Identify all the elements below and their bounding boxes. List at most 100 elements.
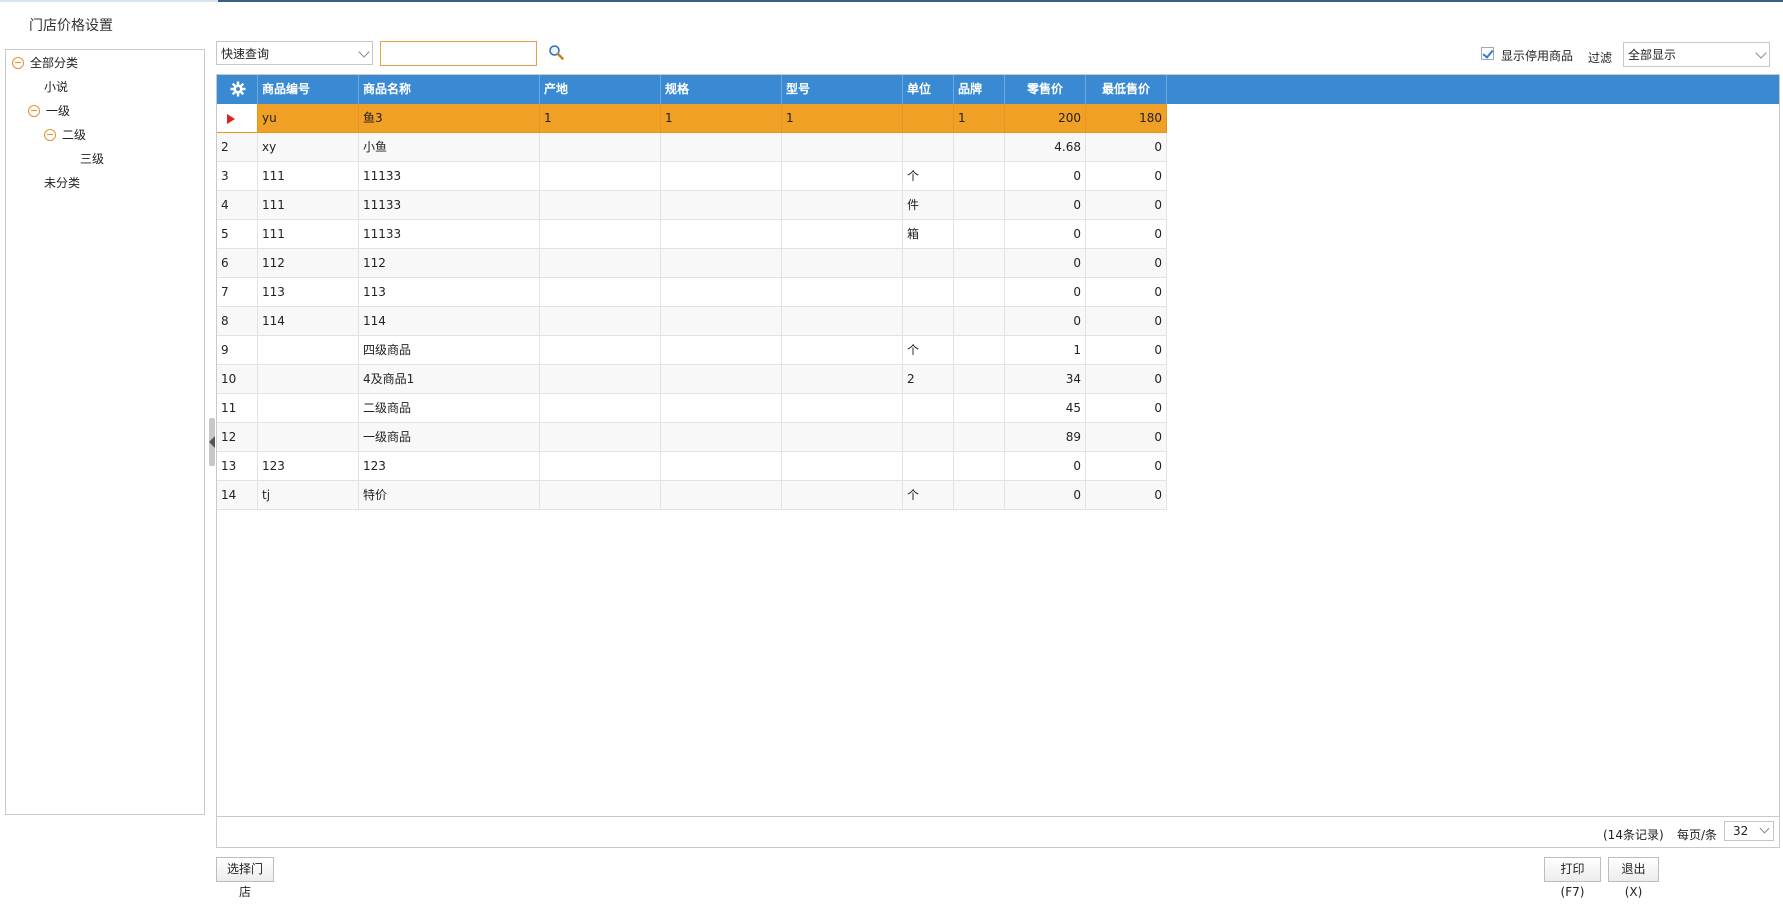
name-cell[interactable]: 112 <box>359 249 540 278</box>
exit-button[interactable]: 退出(X) <box>1608 857 1659 899</box>
brand-cell[interactable] <box>954 133 1005 162</box>
print-button[interactable]: 打印(F7) <box>1544 857 1601 899</box>
table-row[interactable]: 12 一级商品 89 0 <box>217 423 1167 452</box>
brand-cell[interactable] <box>954 220 1005 249</box>
spec-cell[interactable] <box>661 307 782 336</box>
page-size-select[interactable]: 32 <box>1724 821 1774 841</box>
min-price-cell[interactable]: 0 <box>1086 249 1167 278</box>
model-cell[interactable] <box>782 191 903 220</box>
table-row[interactable]: 7 113 113 0 0 <box>217 278 1167 307</box>
model-cell[interactable] <box>782 162 903 191</box>
table-row[interactable]: 8 114 114 0 0 <box>217 307 1167 336</box>
table-row[interactable]: 4 111 11133 件 0 0 <box>217 191 1167 220</box>
unit-cell[interactable] <box>903 104 954 133</box>
origin-cell[interactable] <box>540 249 661 278</box>
search-input[interactable] <box>380 41 537 66</box>
model-cell[interactable]: 1 <box>782 104 903 133</box>
code-cell[interactable] <box>258 336 359 365</box>
search-icon[interactable] <box>548 44 564 60</box>
row-number-cell[interactable]: 9 <box>217 336 258 365</box>
table-row[interactable]: 10 4及商品1 2 34 0 <box>217 365 1167 394</box>
code-cell[interactable] <box>258 423 359 452</box>
min-price-cell[interactable]: 0 <box>1086 220 1167 249</box>
name-cell[interactable]: 11133 <box>359 162 540 191</box>
row-number-cell[interactable]: 3 <box>217 162 258 191</box>
retail-price-cell[interactable]: 0 <box>1005 481 1086 510</box>
table-row[interactable]: 3 111 11133 个 0 0 <box>217 162 1167 191</box>
model-cell[interactable] <box>782 481 903 510</box>
origin-cell[interactable] <box>540 452 661 481</box>
row-number-cell[interactable]: 8 <box>217 307 258 336</box>
brand-cell[interactable] <box>954 365 1005 394</box>
spec-cell[interactable] <box>661 452 782 481</box>
unit-cell[interactable] <box>903 452 954 481</box>
unit-cell[interactable]: 件 <box>903 191 954 220</box>
column-header-name[interactable]: 商品名称 <box>359 75 540 104</box>
query-type-select[interactable]: 快速查询 <box>216 41 373 65</box>
origin-cell[interactable] <box>540 481 661 510</box>
table-row-selected[interactable]: yu 鱼3 1 1 1 1 200 180 <box>217 104 1167 133</box>
brand-cell[interactable] <box>954 394 1005 423</box>
retail-price-cell[interactable]: 4.68 <box>1005 133 1086 162</box>
unit-cell[interactable]: 个 <box>903 162 954 191</box>
code-cell[interactable]: xy <box>258 133 359 162</box>
column-header-spec[interactable]: 规格 <box>661 75 782 104</box>
retail-price-cell[interactable]: 0 <box>1005 220 1086 249</box>
name-cell[interactable]: 11133 <box>359 191 540 220</box>
code-cell[interactable]: 111 <box>258 220 359 249</box>
brand-cell[interactable] <box>954 481 1005 510</box>
retail-price-cell[interactable]: 45 <box>1005 394 1086 423</box>
min-price-cell[interactable]: 0 <box>1086 336 1167 365</box>
sidebar-collapse-handle[interactable] <box>209 418 215 466</box>
model-cell[interactable] <box>782 365 903 394</box>
row-number-cell[interactable]: 2 <box>217 133 258 162</box>
name-cell[interactable]: 二级商品 <box>359 394 540 423</box>
name-cell[interactable]: 114 <box>359 307 540 336</box>
row-number-cell[interactable]: 11 <box>217 394 258 423</box>
min-price-cell[interactable]: 0 <box>1086 423 1167 452</box>
unit-cell[interactable]: 个 <box>903 336 954 365</box>
row-number-cell[interactable]: 14 <box>217 481 258 510</box>
unit-cell[interactable] <box>903 307 954 336</box>
retail-price-cell[interactable]: 0 <box>1005 191 1086 220</box>
row-number-cell[interactable] <box>217 104 258 133</box>
code-cell[interactable] <box>258 394 359 423</box>
table-row[interactable]: 14 tj 特价 个 0 0 <box>217 481 1167 510</box>
row-number-cell[interactable]: 7 <box>217 278 258 307</box>
column-header-retail-price[interactable]: 零售价 <box>1005 75 1086 104</box>
origin-cell[interactable] <box>540 278 661 307</box>
retail-price-cell[interactable]: 0 <box>1005 278 1086 307</box>
code-cell[interactable]: 114 <box>258 307 359 336</box>
spec-cell[interactable] <box>661 133 782 162</box>
brand-cell[interactable]: 1 <box>954 104 1005 133</box>
unit-cell[interactable] <box>903 133 954 162</box>
model-cell[interactable] <box>782 133 903 162</box>
tree-node-level2[interactable]: 二级 <box>44 125 86 145</box>
model-cell[interactable] <box>782 220 903 249</box>
tree-node-uncategorized[interactable]: 未分类 <box>44 173 80 193</box>
row-number-cell[interactable]: 5 <box>217 220 258 249</box>
min-price-cell[interactable]: 0 <box>1086 394 1167 423</box>
origin-cell[interactable] <box>540 365 661 394</box>
column-header-origin[interactable]: 产地 <box>540 75 661 104</box>
brand-cell[interactable] <box>954 423 1005 452</box>
model-cell[interactable] <box>782 394 903 423</box>
gear-icon[interactable] <box>230 81 246 97</box>
row-number-cell[interactable]: 10 <box>217 365 258 394</box>
retail-price-cell[interactable]: 0 <box>1005 307 1086 336</box>
name-cell[interactable]: 鱼3 <box>359 104 540 133</box>
name-cell[interactable]: 小鱼 <box>359 133 540 162</box>
filter-select[interactable]: 全部显示 <box>1623 42 1770 67</box>
min-price-cell[interactable]: 0 <box>1086 162 1167 191</box>
code-cell[interactable]: 112 <box>258 249 359 278</box>
origin-cell[interactable] <box>540 423 661 452</box>
table-row[interactable]: 13 123 123 0 0 <box>217 452 1167 481</box>
retail-price-cell[interactable]: 200 <box>1005 104 1086 133</box>
name-cell[interactable]: 4及商品1 <box>359 365 540 394</box>
name-cell[interactable]: 一级商品 <box>359 423 540 452</box>
model-cell[interactable] <box>782 452 903 481</box>
unit-cell[interactable] <box>903 278 954 307</box>
model-cell[interactable] <box>782 307 903 336</box>
unit-cell[interactable] <box>903 249 954 278</box>
spec-cell[interactable] <box>661 481 782 510</box>
